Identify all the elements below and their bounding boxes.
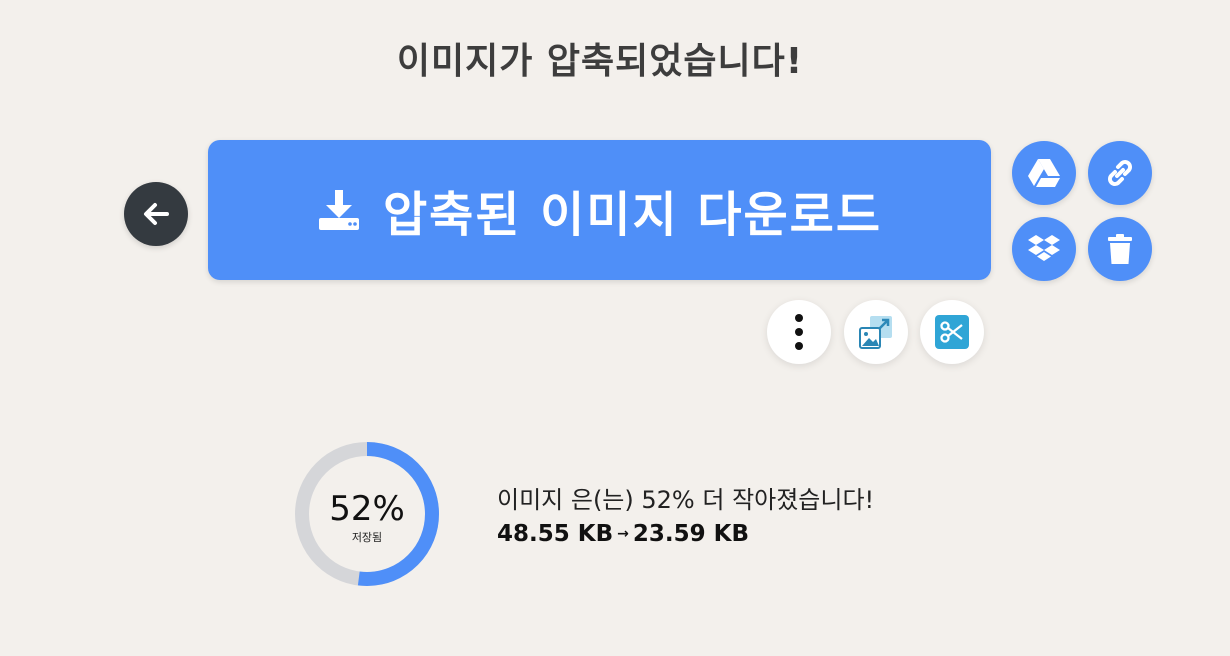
trash-icon bbox=[1108, 234, 1132, 264]
link-icon bbox=[1108, 160, 1132, 186]
delete-button[interactable] bbox=[1088, 217, 1152, 281]
crop-image-button[interactable] bbox=[920, 300, 984, 364]
page-title: 이미지가 압축되었습니다! bbox=[396, 41, 804, 82]
back-button[interactable] bbox=[124, 182, 188, 246]
savings-percent: 52% bbox=[329, 489, 405, 529]
savings-caption: 저장됨 bbox=[351, 531, 383, 544]
scissors-icon bbox=[935, 315, 969, 349]
download-icon bbox=[318, 190, 359, 230]
google-drive-button[interactable] bbox=[1012, 141, 1076, 205]
original-size: 48.55 KB bbox=[497, 521, 614, 547]
image-resize-icon bbox=[859, 316, 892, 349]
arrow-right-icon: → bbox=[617, 526, 629, 542]
resize-image-button[interactable] bbox=[844, 300, 908, 364]
size-comparison: 48.55 KB → 23.59 KB bbox=[497, 521, 749, 547]
compression-message: 이미지 은(는) 52% 더 작아졌습니다! bbox=[497, 486, 875, 514]
dropbox-icon bbox=[1028, 235, 1060, 261]
compressed-size: 23.59 KB bbox=[632, 521, 749, 547]
copy-link-button[interactable] bbox=[1088, 141, 1152, 205]
more-options-button[interactable] bbox=[767, 300, 831, 364]
dropbox-button[interactable] bbox=[1012, 217, 1076, 281]
download-label: 압축된 이미지 다운로드 bbox=[382, 187, 883, 243]
download-button[interactable]: 압축된 이미지 다운로드 bbox=[208, 140, 991, 280]
google-drive-icon bbox=[1028, 159, 1060, 187]
arrow-left-icon bbox=[144, 203, 169, 225]
more-vertical-icon bbox=[795, 314, 803, 350]
